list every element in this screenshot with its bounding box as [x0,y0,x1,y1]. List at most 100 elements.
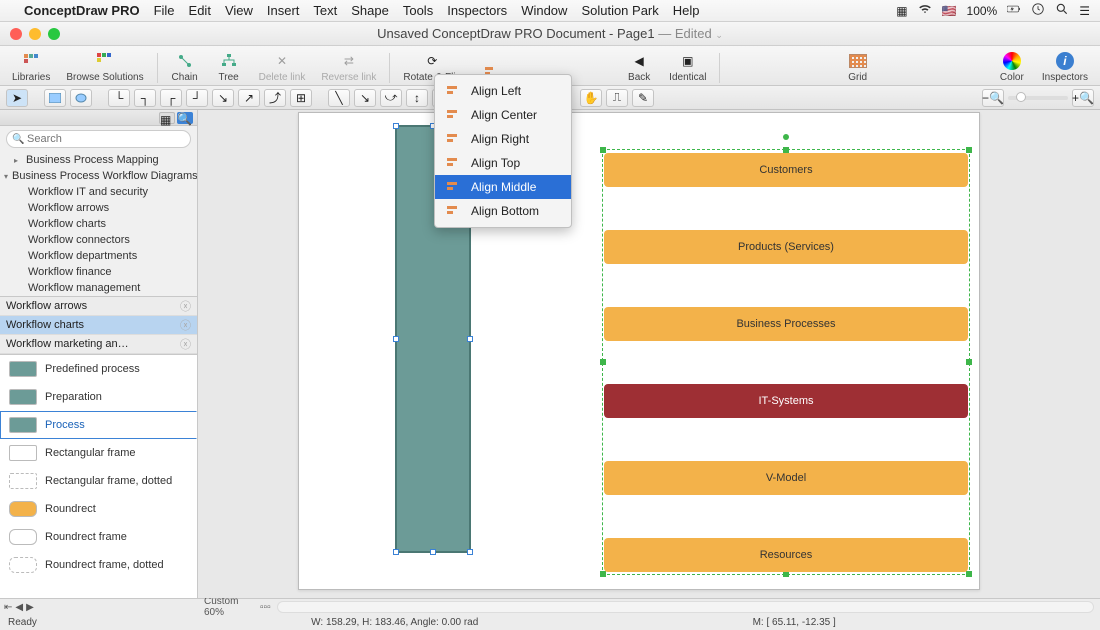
conn6-tool[interactable]: ↗ [238,89,260,107]
battery-icon[interactable] [1007,2,1021,19]
tb-back[interactable]: ◀Back [619,51,659,83]
align-align-middle[interactable]: Align Middle [435,175,571,199]
tree-child-4[interactable]: Workflow departments [0,248,197,264]
menu-text[interactable]: Text [313,3,337,18]
selection-group[interactable] [602,149,970,575]
tree-child-5[interactable]: Workflow finance [0,264,197,280]
shape-item-6[interactable]: Roundrect frame [0,523,197,551]
pointer-tool[interactable]: ➤ [6,89,28,107]
minimize-button[interactable] [29,28,41,40]
line2-tool[interactable]: ↘ [354,89,376,107]
canvas-box-2[interactable]: Business Processes [604,307,968,341]
tree-bpm[interactable]: Business Process Mapping [0,152,197,168]
menu-inspectors[interactable]: Inspectors [447,3,507,18]
menu-icon[interactable]: ☰ [1079,4,1090,18]
canvas-box-0[interactable]: Customers [604,153,968,187]
tray-icon[interactable]: ▦ [896,4,907,18]
rect-tool[interactable] [44,89,66,107]
lib-item-2[interactable]: Workflow marketing an…ⓧ [0,335,197,354]
canvas[interactable]: Customers Products (Services) Business Pro… [198,110,1100,598]
lib-item-0[interactable]: Workflow arrowsⓧ [0,297,197,316]
shape-item-5[interactable]: Roundrect [0,495,197,523]
tb-color[interactable]: Color [992,51,1032,83]
menu-help[interactable]: Help [673,3,700,18]
library-view-icon[interactable]: ▦ [159,112,175,124]
search-input[interactable] [6,130,191,148]
shape-item-4[interactable]: Rectangular frame, dotted [0,467,197,495]
conn5-tool[interactable]: ↘ [212,89,234,107]
close-icon[interactable]: ⓧ [180,317,191,333]
canvas-box-1[interactable]: Products (Services) [604,230,968,264]
conn3-tool[interactable]: ┌ [160,89,182,107]
align-align-top[interactable]: Align Top [435,151,571,175]
menu-solution-park[interactable]: Solution Park [581,3,658,18]
clock-icon[interactable] [1031,2,1045,19]
pen-tool[interactable]: ✎ [632,89,654,107]
zoom-out[interactable]: −🔍 [982,89,1004,107]
menu-file[interactable]: File [154,3,175,18]
hand-tool[interactable]: ✋ [580,89,602,107]
align-align-bottom[interactable]: Align Bottom [435,199,571,223]
spotlight-icon[interactable] [1055,2,1069,19]
shape-item-7[interactable]: Roundrect frame, dotted [0,551,197,579]
line3-tool[interactable]: ⤻ [380,89,402,107]
align-align-right[interactable]: Align Right [435,127,571,151]
conn1-tool[interactable]: └ [108,89,130,107]
close-icon[interactable]: ⓧ [180,336,191,352]
align-align-left[interactable]: Align Left [435,79,571,103]
align-align-center[interactable]: Align Center [435,103,571,127]
lib-item-1[interactable]: Workflow chartsⓧ [0,316,197,335]
menu-edit[interactable]: Edit [189,3,211,18]
conn2-tool[interactable]: ┐ [134,89,156,107]
maximize-button[interactable] [48,28,60,40]
menu-shape[interactable]: Shape [351,3,389,18]
tree-child-3[interactable]: Workflow connectors [0,232,197,248]
tb-identical[interactable]: ▣Identical [663,51,712,83]
page-prev[interactable]: ◀ [15,602,23,613]
app-name[interactable]: ConceptDraw PRO [24,3,140,18]
menu-view[interactable]: View [225,3,253,18]
dropdown-icon[interactable]: ⌄ [715,30,723,40]
canvas-box-5[interactable]: Resources [604,538,968,572]
tb-inspectors[interactable]: iInspectors [1036,51,1094,83]
conn8-tool[interactable]: ⊞ [290,89,312,107]
shape-item-2[interactable]: Process [0,411,197,439]
menu-window[interactable]: Window [521,3,567,18]
tb-chain[interactable]: Chain [165,51,205,83]
flag-icon[interactable]: 🇺🇸 [942,4,957,18]
menu-tools[interactable]: Tools [403,3,433,18]
page-next[interactable]: ▶ [26,602,34,613]
left-panel: ▦ 🔍 🔍 Business Process Mapping Business … [0,110,198,598]
tree-child-0[interactable]: Workflow IT and security [0,184,197,200]
library-search-icon[interactable]: 🔍 [177,112,193,124]
conn4-tool[interactable]: ┘ [186,89,208,107]
tree-child-6[interactable]: Workflow management [0,280,197,296]
conn7-tool[interactable]: ⤴ [264,89,286,107]
menu-insert[interactable]: Insert [267,3,300,18]
line4-tool[interactable]: ↕ [406,89,428,107]
canvas-box-4[interactable]: V-Model [604,461,968,495]
tab-icon3[interactable]: ▫ [267,602,271,613]
tb-grid[interactable]: Grid [838,51,878,83]
wifi-icon[interactable] [918,2,932,19]
canvas-box-3[interactable]: IT-Systems [604,384,968,418]
tb-libraries[interactable]: Libraries [6,51,56,83]
tb-browse[interactable]: Browse Solutions [60,51,149,83]
shape-item-0[interactable]: Predefined process [0,355,197,383]
paper[interactable]: Customers Products (Services) Business Pro… [298,112,980,590]
close-button[interactable] [10,28,22,40]
zoom-in[interactable]: +🔍 [1072,89,1094,107]
shape-item-1[interactable]: Preparation [0,383,197,411]
stamp-tool[interactable]: ⎍ [606,89,628,107]
hscroll[interactable] [277,601,1094,613]
tree-child-1[interactable]: Workflow arrows [0,200,197,216]
tree-child-2[interactable]: Workflow charts [0,216,197,232]
line1-tool[interactable]: ╲ [328,89,350,107]
tb-tree[interactable]: Tree [209,51,249,83]
page-first[interactable]: ⇤ [4,602,12,613]
shape-item-3[interactable]: Rectangular frame [0,439,197,467]
close-icon[interactable]: ⓧ [180,298,191,314]
tree-bpwd[interactable]: Business Process Workflow Diagrams [0,168,197,184]
zoom-slider[interactable] [1008,96,1068,100]
ellipse-tool[interactable] [70,89,92,107]
